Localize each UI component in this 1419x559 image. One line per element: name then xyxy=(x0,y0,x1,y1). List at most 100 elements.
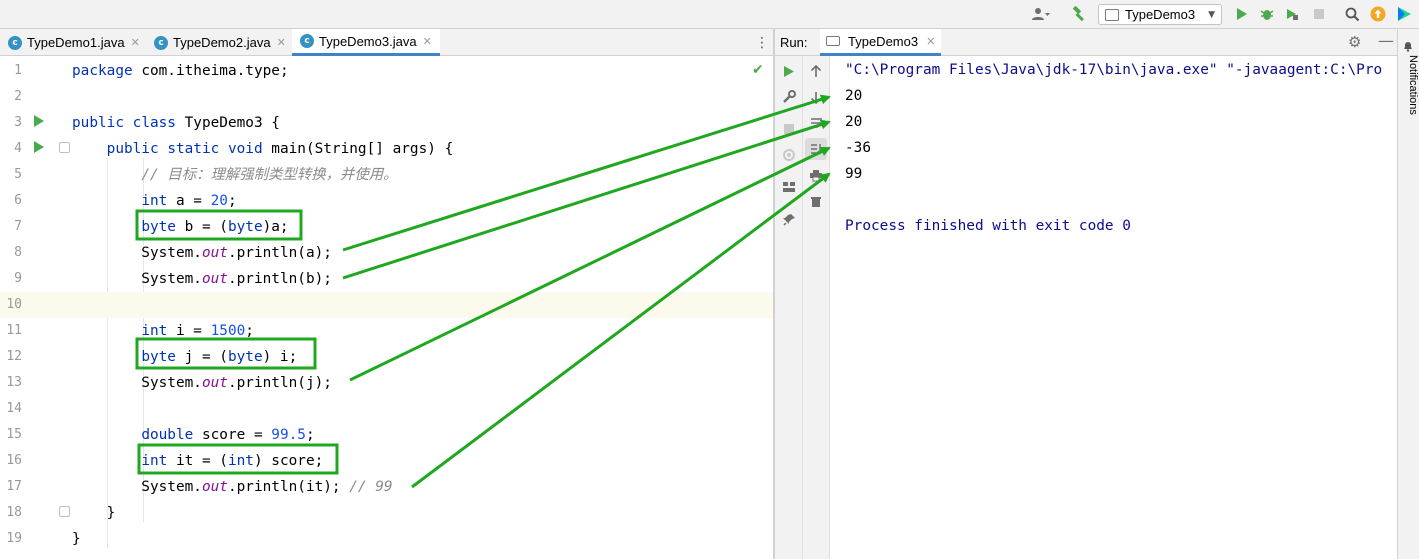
pin-icon[interactable] xyxy=(778,208,800,230)
console-output-line: 20 xyxy=(845,88,863,104)
run-gutter-icon[interactable] xyxy=(34,141,44,153)
trash-icon[interactable] xyxy=(805,190,827,212)
code-line[interactable]: 1 package com.itheima.type; xyxy=(0,58,773,84)
coverage-icon[interactable] xyxy=(1282,3,1302,25)
console-output-line: -36 xyxy=(845,140,871,156)
fold-icon[interactable] xyxy=(59,142,70,153)
code-line[interactable]: 2 xyxy=(0,84,773,110)
hammer-icon[interactable] xyxy=(1068,3,1090,25)
tab-label: TypeDemo1.java xyxy=(27,35,125,50)
code-text: byte j = (byte) i; xyxy=(141,349,298,365)
java-class-icon: c xyxy=(300,34,314,48)
code-line[interactable]: 12 byte j = (byte) i; xyxy=(0,344,773,370)
code-line[interactable]: 4 public static void main(String[] args)… xyxy=(0,136,773,162)
code-text: public static void main(String[] args) { xyxy=(106,141,454,157)
console-exit-line: Process finished with exit code 0 xyxy=(845,218,1131,234)
code-line[interactable]: 13 System.out.println(j); xyxy=(0,370,773,396)
minimize-icon[interactable]: — xyxy=(1378,31,1394,50)
search-icon[interactable] xyxy=(1342,3,1362,25)
code-text: } xyxy=(72,531,81,547)
close-icon[interactable]: ✕ xyxy=(277,36,286,49)
run-panel-header: Run: TypeDemo3 ✕ ⚙ — xyxy=(775,29,1397,56)
tab-label: TypeDemo2.java xyxy=(173,35,271,50)
debug-icon[interactable] xyxy=(1257,3,1277,25)
code-text: int it = (int) score; xyxy=(141,453,324,469)
scroll-to-end-icon[interactable] xyxy=(805,138,827,160)
soft-wrap-icon[interactable] xyxy=(805,112,827,134)
fold-icon[interactable] xyxy=(59,506,70,517)
line-number: 3 xyxy=(14,115,22,130)
right-tool-strip: Notifications xyxy=(1397,29,1419,559)
console-output-line: 20 xyxy=(845,114,863,130)
line-number: 18 xyxy=(6,505,22,520)
wrench-icon[interactable] xyxy=(778,86,800,108)
line-number: 9 xyxy=(14,271,22,286)
jetbrains-logo[interactable] xyxy=(1393,3,1415,25)
line-number: 17 xyxy=(6,479,22,494)
gear-icon[interactable]: ⚙ xyxy=(1348,33,1361,51)
console-actions-sidebar xyxy=(803,56,830,559)
more-options-icon[interactable]: ⋮ xyxy=(755,33,769,53)
code-line[interactable]: 8 System.out.println(a); xyxy=(0,240,773,266)
code-text: System.out.println(a); xyxy=(72,245,332,261)
code-line[interactable]: 16 int it = (int) score; xyxy=(0,448,773,474)
code-line[interactable]: 5 // 目标：理解强制类型转换，并使用。 xyxy=(0,162,773,188)
code-line[interactable]: 6 int a = 20; xyxy=(0,188,773,214)
main-toolbar: TypeDemo3 ▼ xyxy=(0,0,1419,29)
code-line[interactable]: 15 double score = 99.5; xyxy=(0,422,773,448)
bell-icon xyxy=(1402,41,1414,52)
run-gutter-icon[interactable] xyxy=(34,115,44,127)
notifications-tab[interactable]: Notifications xyxy=(1399,55,1419,115)
code-editor[interactable]: 1 package com.itheima.type; 2 3 public class… xyxy=(0,56,773,559)
code-line[interactable]: 7 byte b = (byte)a; xyxy=(0,214,773,240)
console-output[interactable]: "C:\Program Files\Java\jdk-17\bin\java.e… xyxy=(831,56,1397,559)
code-text: System.out.println(it); // 99 xyxy=(72,479,393,495)
run-configuration-select[interactable]: TypeDemo3 ▼ xyxy=(1098,4,1222,25)
code-line[interactable]: 17 System.out.println(it); // 99 xyxy=(0,474,773,500)
line-number: 5 xyxy=(14,167,22,182)
line-number: 1 xyxy=(14,63,22,78)
line-number: 4 xyxy=(14,141,22,156)
code-text: public class TypeDemo3 { xyxy=(72,115,280,131)
code-text: System.out.println(b); xyxy=(72,271,332,287)
line-number: 16 xyxy=(6,453,22,468)
run-tab-label: TypeDemo3 xyxy=(848,33,919,49)
code-line[interactable]: 14 xyxy=(0,396,773,422)
close-icon[interactable]: ✕ xyxy=(131,36,140,49)
line-number: 6 xyxy=(14,193,22,208)
application-icon xyxy=(826,36,840,46)
code-text: int i = 1500; xyxy=(141,323,254,339)
code-line[interactable]: 10 xyxy=(0,292,773,318)
tab-typedemo2[interactable]: c TypeDemo2.java ✕ xyxy=(146,29,292,56)
console-command-line: "C:\Program Files\Java\jdk-17\bin\java.e… xyxy=(845,62,1383,78)
tab-typedemo1[interactable]: c TypeDemo1.java ✕ xyxy=(0,29,146,56)
code-line[interactable]: 3 public class TypeDemo3 { xyxy=(0,110,773,136)
arrow-down-icon[interactable] xyxy=(805,86,827,108)
tab-label: TypeDemo3.java xyxy=(319,33,417,49)
arrow-up-icon[interactable] xyxy=(805,60,827,82)
editor-tab-bar: c TypeDemo1.java ✕ c TypeDemo2.java ✕ c … xyxy=(0,29,773,56)
close-icon[interactable]: ✕ xyxy=(926,35,935,48)
update-icon[interactable] xyxy=(1368,3,1388,25)
user-icon[interactable] xyxy=(1028,3,1054,25)
stop-icon[interactable] xyxy=(778,118,800,140)
debug-settings-icon[interactable] xyxy=(778,144,800,166)
code-line[interactable]: 18 } xyxy=(0,500,773,526)
close-icon[interactable]: ✕ xyxy=(423,35,432,48)
code-line[interactable]: 9 System.out.println(b); xyxy=(0,266,773,292)
java-class-icon: c xyxy=(154,35,168,50)
print-icon[interactable] xyxy=(805,164,827,186)
chevron-down-icon: ▼ xyxy=(1208,9,1215,20)
code-line[interactable]: 19} xyxy=(0,526,773,552)
run-actions-sidebar xyxy=(775,56,803,559)
layout-icon[interactable] xyxy=(778,176,800,198)
run-icon[interactable] xyxy=(1232,3,1252,25)
line-number: 12 xyxy=(6,349,22,364)
stop-icon[interactable] xyxy=(1309,3,1329,25)
console-output-line: 99 xyxy=(845,166,863,182)
run-tab[interactable]: TypeDemo3 ✕ xyxy=(820,29,942,56)
tab-typedemo3[interactable]: c TypeDemo3.java ✕ xyxy=(292,29,440,56)
code-line[interactable]: 11 int i = 1500; xyxy=(0,318,773,344)
rerun-icon[interactable] xyxy=(778,60,800,82)
line-number: 10 xyxy=(6,297,22,312)
